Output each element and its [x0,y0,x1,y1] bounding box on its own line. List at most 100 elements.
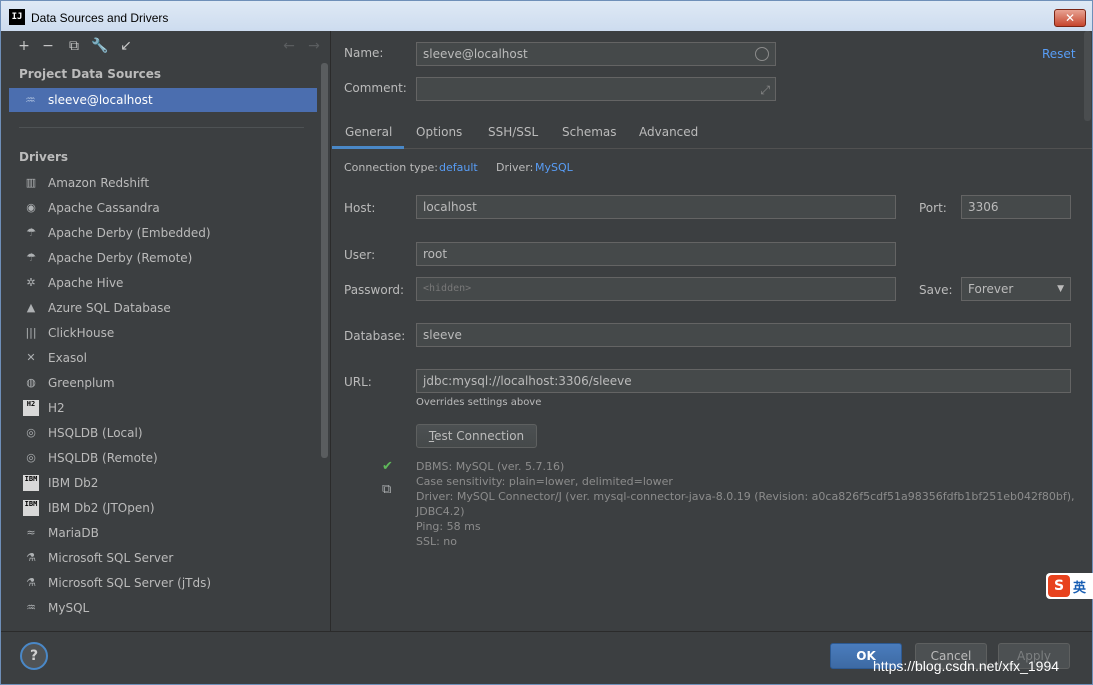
add-icon[interactable]: + [15,37,33,55]
color-circle-icon[interactable] [755,47,769,61]
name-value: sleeve@localhost [423,47,528,61]
connection-type-link[interactable]: default [439,161,478,174]
data-sources-panel: + − ⧉ 🔧 ↙ ← → Project Data Sources ♒ sle… [1,31,331,631]
sogou-ime-icon: S [1048,575,1070,597]
comment-input[interactable]: ⤢ [416,77,776,101]
comment-label: Comment: [344,81,407,95]
close-window-button[interactable]: ✕ [1054,9,1086,27]
ime-indicator[interactable]: S 英 [1046,573,1093,599]
driver-item[interactable]: ▥ Amazon Redshift [19,171,314,196]
driver-item[interactable]: IBM IBM Db2 (JTOpen) [19,496,314,521]
back-arrow-icon[interactable]: ← [280,37,298,55]
driver-icon: ◎ [26,426,36,439]
result-ssl: SSL: no [416,535,457,548]
driver-label: MySQL [48,601,90,615]
port-label: Port: [919,201,947,215]
success-check-icon: ✔ [382,459,393,474]
driver-link[interactable]: MySQL [535,161,573,174]
window-title: Data Sources and Drivers [31,11,169,25]
name-input[interactable]: sleeve@localhost [416,42,776,66]
driver-icon: ♒ [26,601,36,614]
database-label: Database: [344,329,406,343]
driver-item[interactable]: ◎ HSQLDB (Remote) [19,446,314,471]
left-scrollbar[interactable] [321,63,328,458]
url-input[interactable]: jdbc:mysql://localhost:3306/sleeve [416,369,1071,393]
tab-schemas[interactable]: Schemas [562,125,617,139]
result-jdbc: JDBC4.2) [416,505,465,518]
ime-mode-label: 英 [1073,581,1087,596]
user-label: User: [344,248,376,262]
tab-ssh-ssl[interactable]: SSH/SSL [488,125,538,139]
remove-icon[interactable]: − [39,37,57,55]
divider [19,127,304,128]
driver-item[interactable]: ◉ Apache Cassandra [19,196,314,221]
driver-label: HSQLDB (Remote) [48,451,158,465]
driver-item[interactable]: IBM IBM Db2 [19,471,314,496]
duplicate-icon[interactable]: ⧉ [65,37,83,55]
reset-link[interactable]: Reset [1042,47,1076,61]
password-label: Password: [344,283,405,297]
tab-options[interactable]: Options [416,125,462,139]
driver-item[interactable]: ▲ Azure SQL Database [19,296,314,321]
driver-item[interactable]: ⚗ Microsoft SQL Server [19,546,314,571]
driver-label: Driver: [496,161,534,174]
wrench-icon[interactable]: 🔧 [91,37,109,55]
save-dropdown[interactable]: Forever ▼ [961,277,1071,301]
driver-label: Apache Cassandra [48,201,160,215]
tab-general[interactable]: General [345,125,392,139]
right-scrollbar[interactable] [1084,31,1091,121]
driver-label: Azure SQL Database [48,301,171,315]
driver-icon: ◎ [26,451,36,464]
help-button[interactable]: ? [20,642,48,670]
driver-icon: IBM [23,475,39,491]
user-input[interactable]: root [416,242,896,266]
port-input[interactable]: 3306 [961,195,1071,219]
save-label: Save: [919,283,953,297]
driver-item[interactable]: ✲ Apache Hive [19,271,314,296]
driver-item[interactable]: ⚗ Microsoft SQL Server (jTds) [19,571,314,596]
driver-label: Apache Hive [48,276,124,290]
copy-icon[interactable]: ⧉ [382,482,391,497]
password-input[interactable]: <hidden> [416,277,896,301]
save-dropdown-value: Forever [968,282,1014,296]
driver-item[interactable]: ☂ Apache Derby (Embedded) [19,221,314,246]
driver-icon: ▥ [25,176,37,189]
result-ping: Ping: 58 ms [416,520,481,533]
driver-item[interactable]: ≈ MariaDB [19,521,314,546]
data-source-label: sleeve@localhost [48,93,153,107]
driver-item[interactable]: ◎ HSQLDB (Local) [19,421,314,446]
expand-icon[interactable]: ⤢ [760,79,770,101]
host-input[interactable]: localhost [416,195,896,219]
tab-advanced[interactable]: Advanced [639,125,698,139]
import-icon[interactable]: ↙ [117,37,135,55]
left-toolbar: + − ⧉ 🔧 ↙ ← → [1,31,330,61]
driver-icon: ✲ [26,276,36,289]
result-case-sensitivity: Case sensitivity: plain=lower, delimited… [416,475,673,488]
driver-item[interactable]: ||| ClickHouse [19,321,314,346]
driver-label: H2 [48,401,65,415]
dialog-window: IJ Data Sources and Drivers ✕ + − ⧉ 🔧 ↙ … [0,0,1093,685]
database-input[interactable]: sleeve [416,323,1071,347]
driver-icon: ≈ [26,526,36,539]
driver-item[interactable]: H2 H2 [19,396,314,421]
driver-label: IBM Db2 [48,476,99,490]
forward-arrow-icon[interactable]: → [305,37,323,55]
driver-item[interactable]: ☂ Apache Derby (Remote) [19,246,314,271]
driver-label: Apache Derby (Remote) [48,251,193,265]
driver-item[interactable]: ♒ MySQL [19,596,314,621]
driver-item[interactable]: ◍ Greenplum [19,371,314,396]
driver-label: Exasol [48,351,87,365]
mysql-icon: ♒ [25,93,36,107]
driver-label: IBM Db2 (JTOpen) [48,501,155,515]
driver-item[interactable]: ✕ Exasol [19,346,314,371]
driver-icon: ⚗ [26,576,36,589]
driver-icon: ☂ [26,226,36,239]
data-source-item-sleeve[interactable]: ♒ sleeve@localhost [9,88,317,112]
driver-icon: ⚗ [26,551,36,564]
data-source-settings: Name: sleeve@localhost Reset Comment: ⤢ … [332,31,1092,631]
name-label: Name: [344,46,384,60]
driver-icon: ◉ [26,201,36,214]
test-connection-button[interactable]: Test Connection [416,424,537,448]
dialog-footer: ? OK Cancel Apply https://blog.csdn.net/… [1,631,1092,684]
driver-label: Apache Derby (Embedded) [48,226,211,240]
